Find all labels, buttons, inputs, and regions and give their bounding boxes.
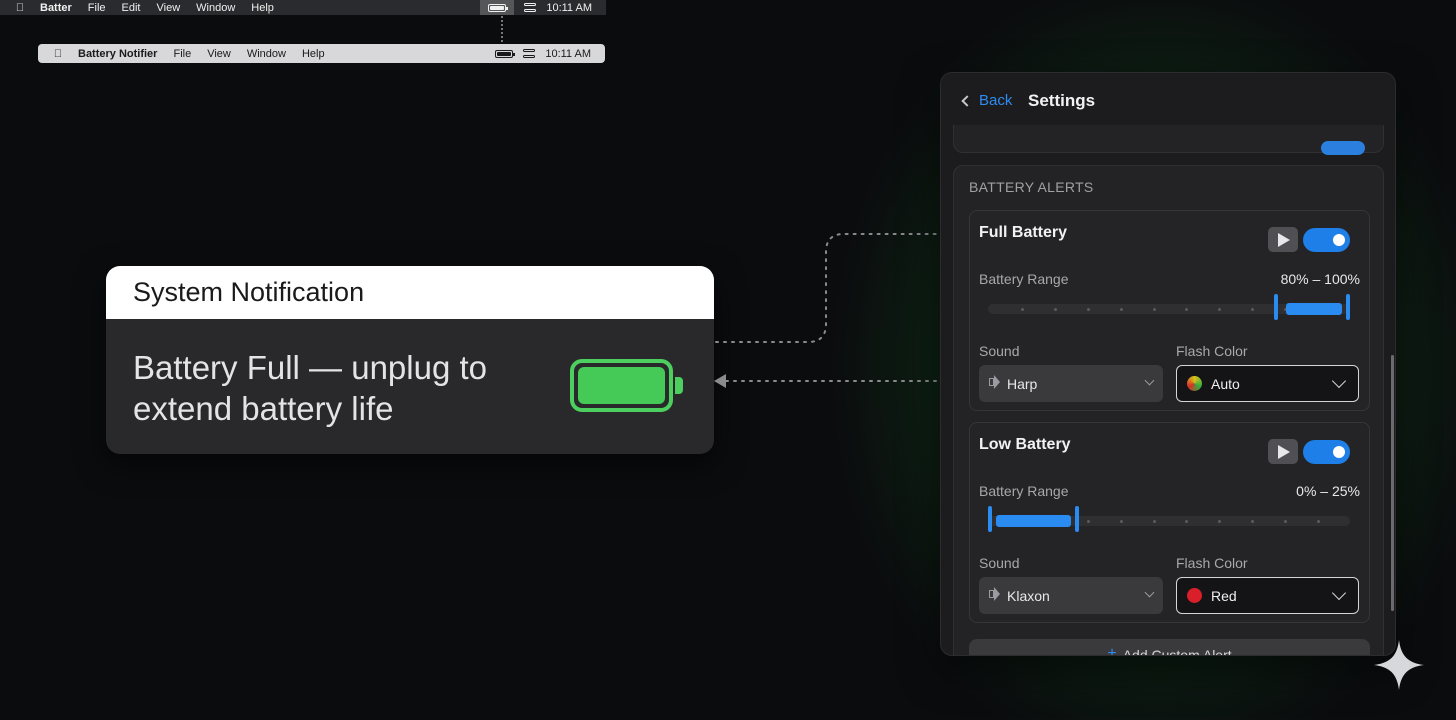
range-label: Battery Range [979,271,1069,287]
sound-value: Klaxon [1007,587,1050,604]
slider-handle-min[interactable] [1274,294,1278,320]
flash-color-value: Red [1211,587,1237,604]
slider-tick [1021,308,1024,311]
alert-card-full-battery: Full Battery Battery Range 80% – 100% So… [969,210,1370,411]
alert-title: Low Battery [979,436,1071,453]
alert-title: Full Battery [979,224,1068,241]
chevron-down-icon [1144,587,1155,598]
range-slider[interactable] [988,506,1350,532]
alert-card-low-battery: Low Battery Battery Range 0% – 25% Sound… [969,422,1370,623]
chevron-down-icon [1331,585,1347,601]
settings-panel: Back Settings BATTERY ALERTS Full Batter… [940,72,1396,656]
alert-toggle[interactable] [1303,228,1350,252]
add-custom-alert-button[interactable]: + Add Custom Alert [969,639,1370,656]
section-label: BATTERY ALERTS [969,179,1094,195]
color-swatch-icon [1187,376,1202,391]
add-button-label: Add Custom Alert [1122,647,1232,656]
slider-selection [1286,303,1342,315]
flash-color-value: Auto [1211,375,1240,392]
slider-tick [1120,308,1123,311]
flash-color-select[interactable]: Auto [1176,365,1359,402]
flash-color-label: Flash Color [1176,343,1248,359]
battery-alerts-section: BATTERY ALERTS Full Battery Battery Rang… [953,165,1384,656]
chevron-down-icon [1331,373,1347,389]
sparkle-icon [1374,640,1424,690]
plus-icon: + [1107,645,1117,656]
scrollbar[interactable] [1391,355,1394,611]
slider-tick [1087,520,1090,523]
range-value: 0% – 25% [1296,483,1360,499]
speaker-icon [989,587,1000,601]
play-sound-button[interactable] [1268,439,1298,464]
sound-label: Sound [979,343,1020,359]
slider-tick [1218,308,1221,311]
range-slider[interactable] [988,294,1350,320]
slider-tick [1185,520,1188,523]
flash-color-label: Flash Color [1176,555,1248,571]
settings-header: Back Settings [941,73,1395,125]
slider-tick [1317,520,1320,523]
chevron-left-icon [961,94,973,107]
slider-handle-max[interactable] [1075,506,1079,532]
sound-value: Harp [1007,375,1038,392]
slider-selection [996,515,1071,527]
sound-select[interactable]: Klaxon [979,577,1163,614]
slider-tick [1087,308,1090,311]
back-label: Back [979,92,1013,109]
slider-tick [1185,308,1188,311]
alert-toggle[interactable] [1303,440,1350,464]
color-swatch-icon [1187,588,1202,603]
slider-handle-min[interactable] [988,506,992,532]
slider-handle-max[interactable] [1346,294,1350,320]
sound-label: Sound [979,555,1020,571]
slider-tick [1153,520,1156,523]
speaker-icon [989,375,1000,389]
slider-tick [1218,520,1221,523]
slider-tick [1284,520,1287,523]
connector-line-top [715,233,963,343]
slider-tick [1054,308,1057,311]
previous-toggle[interactable] [1321,141,1365,155]
slider-tick [1251,308,1254,311]
chevron-down-icon [1144,375,1155,386]
page-title: Settings [1028,91,1096,110]
slider-tick [1251,520,1254,523]
slider-tick [1153,308,1156,311]
sound-select[interactable]: Harp [979,365,1163,402]
back-button[interactable]: Back [961,92,1013,109]
connector-arrowhead [714,374,726,388]
play-sound-button[interactable] [1268,227,1298,252]
slider-tick [1120,520,1123,523]
flash-color-select[interactable]: Red [1176,577,1359,614]
range-label: Battery Range [979,483,1069,499]
range-value: 80% – 100% [1280,271,1360,287]
